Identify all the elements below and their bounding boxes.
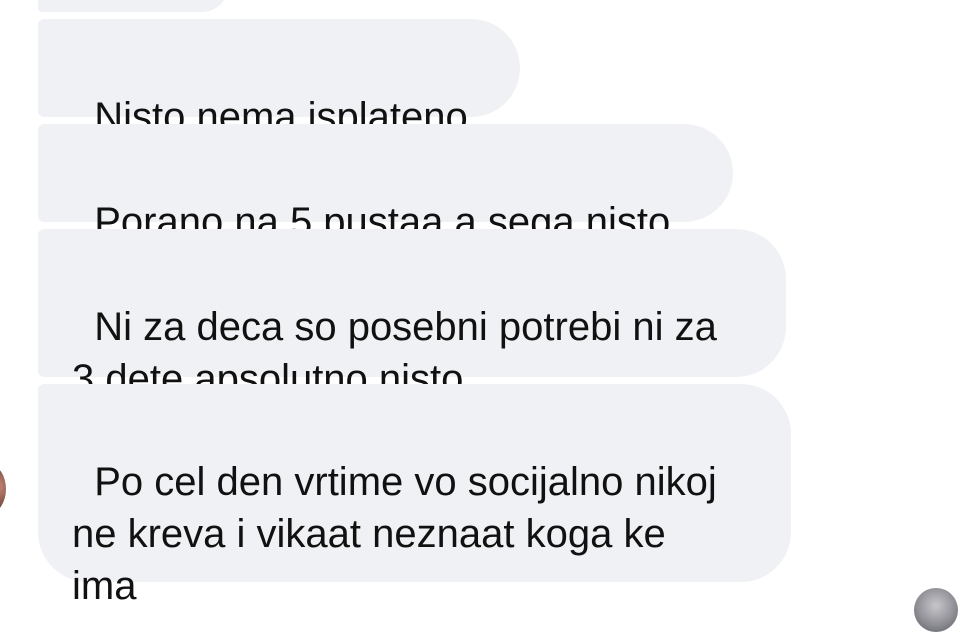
message-bubble[interactable]: Porano na 5 pustaa a sega nisto	[38, 124, 733, 244]
message-bubble[interactable]: Nisto nema isplateno	[38, 19, 520, 139]
message-text: Po cel den vrtime vo socijalno nikoj ne …	[72, 460, 717, 608]
message-bubble-partial[interactable]	[38, 0, 228, 12]
message-bubble[interactable]: Po cel den vrtime vo socijalno nikoj ne …	[38, 384, 791, 608]
message-bubble[interactable]: Ni za deca so posebni potrebi ni za 3 de…	[38, 229, 786, 401]
sender-avatar[interactable]	[0, 465, 6, 513]
read-receipt-avatar	[914, 588, 958, 632]
